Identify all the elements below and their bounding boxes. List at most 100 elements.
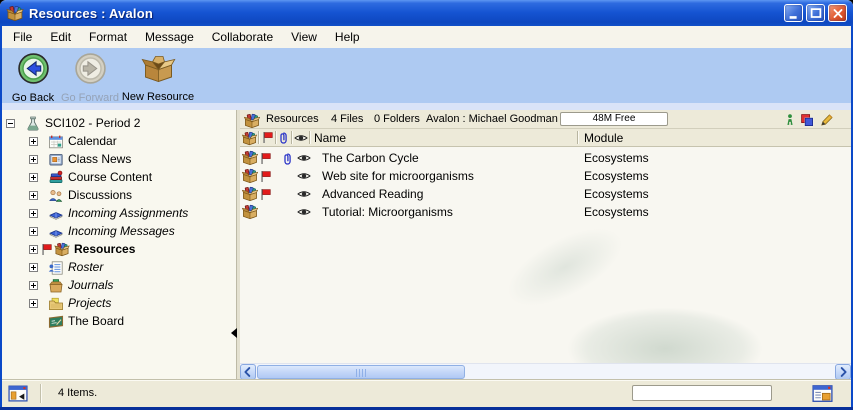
paperclip-icon (282, 149, 293, 167)
tree-item-label: Incoming Assignments (68, 206, 188, 220)
item-count: 4 Items. (58, 387, 97, 399)
go-back-label: Go Back (12, 92, 54, 104)
resource-box-icon (244, 113, 260, 129)
column-module[interactable]: Module (584, 131, 623, 145)
expand-toggle[interactable] (29, 281, 38, 290)
paperclip-column-icon[interactable] (278, 131, 289, 144)
tree-item-journals[interactable]: Journals (2, 276, 236, 294)
status-field (632, 385, 772, 401)
news-icon (48, 152, 64, 167)
flag-column-icon[interactable] (261, 131, 273, 144)
eye-icon[interactable] (297, 167, 311, 185)
new-resource-button[interactable]: New Resource (120, 52, 196, 104)
expand-toggle[interactable] (29, 299, 38, 308)
new-resource-label: New Resource (122, 91, 194, 103)
expand-toggle[interactable] (29, 191, 38, 200)
eye-column-icon[interactable] (294, 133, 308, 143)
layers-icon[interactable] (800, 113, 814, 127)
expand-toggle[interactable] (29, 227, 38, 236)
flag-icon (259, 167, 271, 185)
tree-item-label: Discussions (68, 188, 132, 202)
expand-toggle[interactable] (29, 137, 38, 146)
expand-toggle[interactable] (29, 173, 38, 182)
eye-icon[interactable] (297, 185, 311, 203)
status-separator (40, 384, 41, 403)
resource-box-icon[interactable] (242, 131, 257, 146)
window-border (0, 26, 2, 410)
tree-item-calendar[interactable]: Calendar (2, 132, 236, 150)
resource-box-icon (242, 167, 258, 185)
scrollbar-thumb[interactable] (257, 365, 465, 379)
menu-help[interactable]: Help (326, 27, 369, 47)
close-button[interactable] (828, 4, 847, 22)
tree-item-incoming-assignments[interactable]: Incoming Assignments (2, 204, 236, 222)
maximize-button[interactable] (806, 4, 825, 22)
folder-icon (48, 296, 64, 311)
tree-item-roster[interactable]: Roster (2, 258, 236, 276)
file-name[interactable]: The Carbon Cycle (322, 149, 419, 167)
scroll-left-button[interactable] (240, 364, 256, 380)
list-row[interactable]: Advanced Reading Ecosystems (240, 185, 851, 203)
file-name[interactable]: Advanced Reading (322, 185, 423, 203)
tree-item-the-board[interactable]: The Board (2, 312, 236, 330)
expand-toggle[interactable] (29, 155, 38, 164)
minimize-button[interactable] (784, 4, 803, 22)
tree-item-label: Calendar (68, 134, 117, 148)
list-row[interactable]: Tutorial: Microorganisms Ecosystems (240, 203, 851, 221)
app-box-icon (6, 5, 24, 22)
tree-item-incoming-messages[interactable]: Incoming Messages (2, 222, 236, 240)
bag-icon (48, 278, 64, 293)
person-icon[interactable] (786, 113, 794, 126)
menu-edit[interactable]: Edit (41, 27, 80, 47)
expand-toggle[interactable] (29, 263, 38, 272)
folder-title: Resources (266, 113, 319, 125)
tree-item-root[interactable]: SCI102 - Period 2 (2, 114, 236, 132)
menubar: File Edit Format Message Collaborate Vie… (2, 26, 851, 48)
resources-panel: Resources 4 Files 0 Folders Avalon : Mic… (240, 110, 851, 379)
toolbar: Go Back Go Forward New Resource (2, 48, 851, 110)
tree-item-course-content[interactable]: Course Content (2, 168, 236, 186)
books-icon (48, 170, 64, 185)
free-space-meter: 48M Free (560, 112, 668, 126)
eye-icon[interactable] (297, 203, 311, 221)
eye-icon[interactable] (297, 149, 311, 167)
book-icon (48, 206, 64, 221)
column-separator (309, 131, 310, 144)
menu-format[interactable]: Format (80, 27, 136, 47)
collapse-toggle[interactable] (6, 119, 15, 128)
resource-box-icon (242, 185, 258, 203)
tree-item-resources[interactable]: Resources (2, 240, 236, 258)
column-name[interactable]: Name (314, 131, 346, 145)
panel-icon[interactable] (812, 383, 833, 403)
folder-info-bar: Resources 4 Files 0 Folders Avalon : Mic… (240, 110, 851, 129)
collapse-panel-arrow-icon[interactable] (231, 328, 237, 338)
go-back-button[interactable]: Go Back (8, 52, 58, 104)
file-name[interactable]: Web site for microorganisms (322, 167, 474, 185)
window-title: Resources : Avalon (29, 6, 153, 21)
file-count: 4 Files (331, 113, 363, 125)
tree-item-projects[interactable]: Projects (2, 294, 236, 312)
tree-item-label: Class News (68, 152, 131, 166)
file-module: Ecosystems (584, 167, 649, 185)
window-icon[interactable] (8, 384, 28, 402)
file-module: Ecosystems (584, 185, 649, 203)
expand-toggle[interactable] (29, 245, 38, 254)
board-icon (48, 314, 64, 329)
go-forward-button[interactable]: Go Forward (58, 52, 122, 104)
pencil-icon[interactable] (820, 113, 833, 126)
list-row[interactable]: Web site for microorganisms Ecosystems (240, 167, 851, 185)
tree-item-label: The Board (68, 314, 124, 328)
expand-toggle[interactable] (29, 209, 38, 218)
file-name[interactable]: Tutorial: Microorganisms (322, 203, 453, 221)
tree-item-class-news[interactable]: Class News (2, 150, 236, 168)
list-row[interactable]: The Carbon Cycle Ecosystems (240, 149, 851, 167)
menu-view[interactable]: View (282, 27, 326, 47)
menu-message[interactable]: Message (136, 27, 203, 47)
statusbar: 4 Items. (2, 379, 851, 407)
scroll-right-button[interactable] (835, 364, 851, 380)
tree-item-label: Projects (68, 296, 111, 310)
menu-collaborate[interactable]: Collaborate (203, 27, 282, 47)
tree-item-discussions[interactable]: Discussions (2, 186, 236, 204)
account-label: Avalon : Michael Goodman (426, 113, 558, 125)
menu-file[interactable]: File (4, 27, 41, 47)
